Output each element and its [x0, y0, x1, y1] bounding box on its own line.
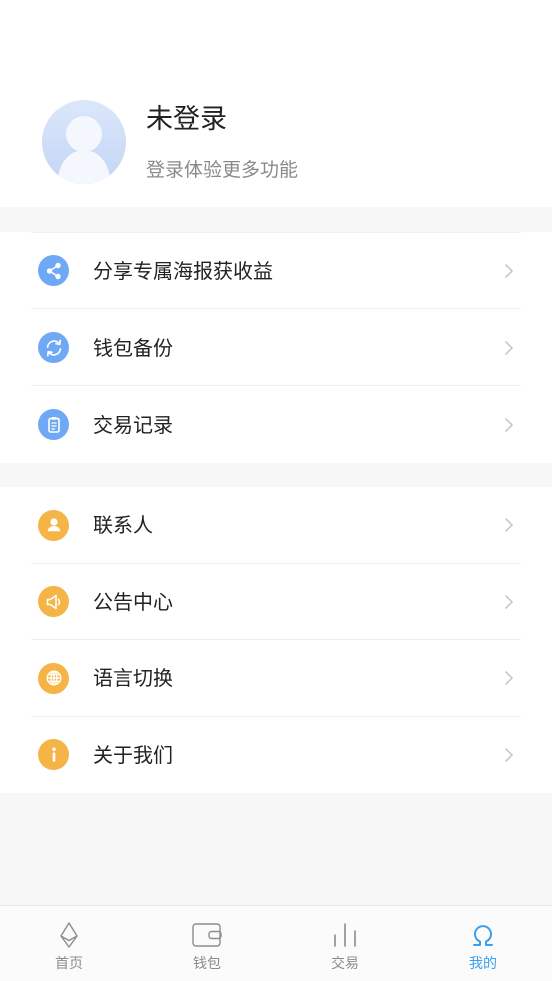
menu-item-contacts[interactable]: 联系人: [0, 487, 552, 564]
chevron-right-icon: [504, 747, 514, 763]
chevron-right-icon: [504, 263, 514, 279]
tab-home[interactable]: 首页: [0, 906, 138, 981]
chevron-right-icon: [504, 517, 514, 533]
profile-header[interactable]: 未登录 登录体验更多功能: [0, 0, 552, 207]
menu-item-announcements[interactable]: 公告中心: [0, 564, 552, 640]
chevron-right-icon: [504, 417, 514, 433]
tab-profile[interactable]: 我的: [414, 906, 552, 981]
avatar-placeholder-icon: [42, 100, 126, 184]
menu-item-share-poster[interactable]: 分享专属海报获收益: [0, 232, 552, 309]
tab-label: 钱包: [193, 956, 221, 972]
menu-item-label: 语言切换: [93, 666, 173, 691]
bottom-tab-bar: 首页 钱包 交易 我的: [0, 905, 552, 981]
wallet-icon: [191, 920, 223, 950]
chevron-right-icon: [504, 670, 514, 686]
login-prompt-text[interactable]: 登录体验更多功能: [146, 157, 298, 183]
tab-label: 交易: [331, 956, 359, 972]
clipboard-icon: [38, 409, 69, 440]
menu-item-label: 钱包备份: [93, 335, 173, 360]
share-icon: [38, 255, 69, 286]
globe-icon: [38, 662, 69, 694]
menu-group-general: 联系人 公告中心 语言切换 关于我们: [0, 487, 552, 793]
ethereum-icon: [53, 920, 85, 950]
menu-group-wallet: 分享专属海报获收益 钱包备份 交易记录: [0, 232, 552, 463]
tab-wallet[interactable]: 钱包: [138, 906, 276, 981]
menu-item-transaction-history[interactable]: 交易记录: [0, 386, 552, 463]
speaker-icon: [38, 586, 69, 618]
menu-item-label: 公告中心: [93, 589, 173, 614]
menu-item-language[interactable]: 语言切换: [0, 640, 552, 717]
bar-chart-icon: [329, 920, 361, 950]
menu-item-label: 关于我们: [93, 742, 173, 767]
menu-item-label: 分享专属海报获收益: [93, 258, 273, 283]
avatar[interactable]: [42, 100, 126, 184]
tab-trade[interactable]: 交易: [276, 906, 414, 981]
refresh-icon: [38, 332, 69, 363]
menu-item-about[interactable]: 关于我们: [0, 717, 552, 794]
menu-item-wallet-backup[interactable]: 钱包备份: [0, 309, 552, 386]
tab-label: 我的: [469, 956, 497, 972]
chevron-right-icon: [504, 340, 514, 356]
menu-item-label: 联系人: [93, 513, 153, 538]
chevron-right-icon: [504, 594, 514, 610]
tab-label: 首页: [55, 956, 83, 972]
person-icon: [38, 509, 69, 541]
omega-icon: [467, 920, 499, 950]
info-icon: [38, 739, 69, 771]
login-status-title[interactable]: 未登录: [146, 102, 227, 138]
menu-item-label: 交易记录: [93, 412, 173, 437]
